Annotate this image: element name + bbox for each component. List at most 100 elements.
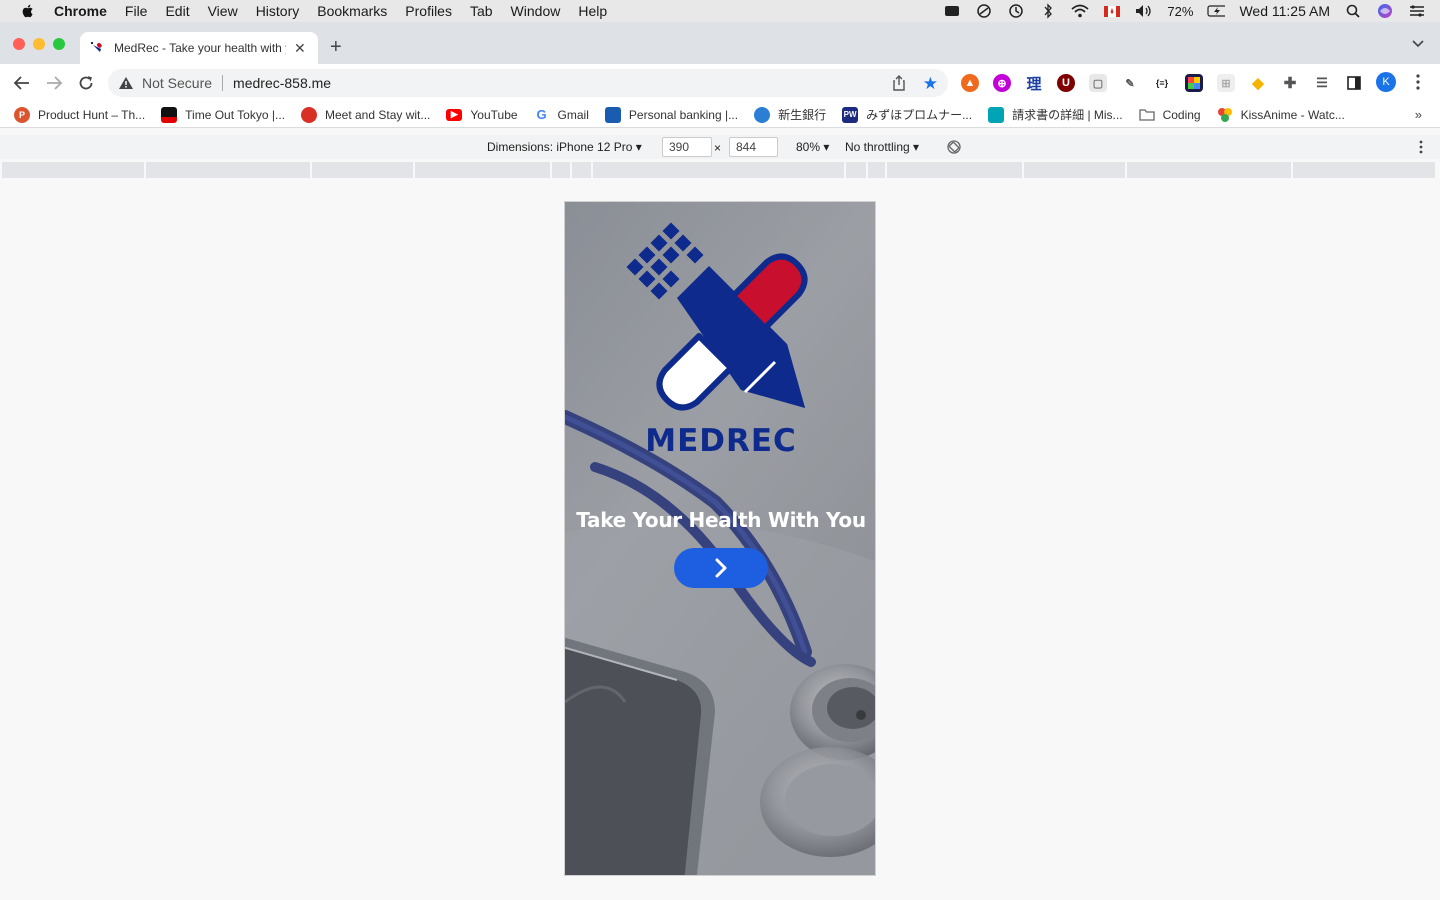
address-bar[interactable]: Not Secure medrec-858.me ★ bbox=[108, 69, 948, 97]
bookmark-shinsei-bank[interactable]: 新生銀行 bbox=[754, 106, 826, 123]
bookmark-folder-coding[interactable]: Coding bbox=[1138, 107, 1201, 123]
kissanime-icon bbox=[1217, 107, 1233, 123]
menu-view[interactable]: View bbox=[208, 3, 238, 19]
canada-flag-icon[interactable] bbox=[1103, 4, 1121, 18]
bookmarks-overflow-chevron-icon[interactable]: » bbox=[1415, 107, 1422, 122]
meet-and-stay-icon bbox=[301, 106, 317, 123]
forward-arrow-icon[interactable] bbox=[45, 74, 63, 92]
dimension-times-symbol: × bbox=[714, 141, 722, 155]
medrec-favicon-icon bbox=[91, 42, 102, 52]
menu-help[interactable]: Help bbox=[578, 3, 607, 19]
extension-pale-icon[interactable]: ⊞ bbox=[1217, 74, 1235, 92]
window-zoom-button[interactable] bbox=[53, 38, 65, 50]
extension-yellow-icon[interactable]: ◆ bbox=[1249, 74, 1267, 92]
invoice-icon bbox=[988, 106, 1005, 123]
eyedropper-icon[interactable]: ✎ bbox=[1121, 74, 1139, 92]
extensions-puzzle-icon[interactable]: ✚ bbox=[1281, 74, 1299, 92]
device-viewport: MEDREC Take Your Health With You bbox=[564, 201, 876, 876]
shinsei-bank-icon bbox=[754, 106, 771, 123]
device-zoom-dropdown[interactable]: 80% ▾ bbox=[796, 140, 829, 154]
device-width-input[interactable] bbox=[662, 137, 712, 157]
keyboard-icon[interactable] bbox=[943, 4, 961, 18]
bookmark-label: みずほプロムナー... bbox=[866, 108, 973, 122]
extension-colorful-icon[interactable] bbox=[1185, 74, 1203, 92]
device-toolbar-kebab-icon[interactable] bbox=[1419, 140, 1423, 154]
json-formatter-icon[interactable]: {≡} bbox=[1153, 74, 1171, 92]
bookmark-mizuho[interactable]: PW みずほプロムナー... bbox=[842, 106, 972, 123]
extension-orange-icon[interactable]: ▲ bbox=[961, 74, 979, 92]
bookmark-product-hunt[interactable]: P Product Hunt – Th... bbox=[14, 106, 146, 123]
youtube-icon: ▶ bbox=[446, 108, 463, 121]
tab-close-icon[interactable]: ✕ bbox=[294, 40, 306, 57]
medrec-logo-icon bbox=[626, 222, 808, 411]
bookmark-time-out-tokyo[interactable]: Time Out Tokyo |... bbox=[161, 106, 285, 123]
ublock-origin-icon[interactable]: U bbox=[1057, 74, 1075, 92]
bookmark-gmail[interactable]: G Gmail bbox=[533, 106, 589, 123]
network-throttling-dropdown[interactable]: No throttling ▾ bbox=[845, 140, 919, 154]
device-dimensions-dropdown[interactable]: Dimensions: iPhone 12 Pro ▾ bbox=[487, 140, 642, 154]
bookmark-kissanime[interactable]: KissAnime - Watc... bbox=[1217, 107, 1345, 123]
tab-search-chevron-down-icon[interactable] bbox=[1412, 40, 1424, 48]
bookmark-label: Personal banking |... bbox=[628, 107, 739, 122]
rotate-device-icon[interactable] bbox=[946, 139, 962, 155]
extension-magenta-icon[interactable]: ⊕ bbox=[993, 74, 1011, 92]
menu-profiles[interactable]: Profiles bbox=[405, 3, 452, 19]
chrome-menu-kebab-icon[interactable] bbox=[1416, 74, 1420, 90]
battery-percentage[interactable]: 72% bbox=[1167, 4, 1193, 19]
menu-window[interactable]: Window bbox=[511, 3, 561, 19]
wifi-icon[interactable] bbox=[1071, 4, 1090, 18]
apple-icon[interactable] bbox=[20, 3, 36, 19]
back-arrow-icon[interactable] bbox=[13, 74, 31, 92]
bookmark-personal-banking[interactable]: Personal banking |... bbox=[604, 106, 739, 123]
bookmark-label: 新生銀行 bbox=[778, 108, 827, 122]
mizuho-pw-icon: PW bbox=[842, 106, 859, 123]
tab-strip: MedRec - Take your health with you ✕ + bbox=[0, 22, 1440, 64]
menu-app-name[interactable]: Chrome bbox=[54, 3, 107, 19]
battery-charging-icon[interactable] bbox=[1207, 4, 1226, 18]
window-close-button[interactable] bbox=[13, 38, 25, 50]
profile-avatar[interactable]: K bbox=[1376, 72, 1396, 92]
google-icon: G bbox=[533, 106, 550, 123]
device-height-input[interactable] bbox=[729, 137, 778, 157]
focus-icon[interactable] bbox=[975, 4, 993, 18]
bookmark-meet-and-stay[interactable]: Meet and Stay wit... bbox=[301, 106, 430, 123]
bluetooth-icon[interactable] bbox=[1039, 3, 1057, 19]
reading-list-icon[interactable]: ☰ bbox=[1313, 74, 1331, 92]
menu-tab[interactable]: Tab bbox=[470, 3, 493, 19]
warning-triangle-icon[interactable] bbox=[118, 76, 134, 90]
side-panel-icon[interactable] bbox=[1345, 74, 1363, 92]
window-minimize-button[interactable] bbox=[33, 38, 45, 50]
bookmark-youtube[interactable]: ▶ YouTube bbox=[446, 108, 518, 122]
menu-edit[interactable]: Edit bbox=[165, 3, 189, 19]
volume-icon[interactable] bbox=[1135, 4, 1153, 18]
spotlight-search-icon[interactable] bbox=[1344, 4, 1362, 18]
share-icon[interactable] bbox=[892, 75, 906, 91]
brand-wordmark: MEDREC bbox=[645, 423, 797, 459]
menu-file[interactable]: File bbox=[125, 3, 148, 19]
bookmark-label: Gmail bbox=[557, 107, 589, 122]
tab-medrec[interactable]: MedRec - Take your health with you ✕ bbox=[80, 32, 318, 64]
bookmark-star-icon[interactable]: ★ bbox=[923, 74, 938, 94]
bank-icon bbox=[604, 106, 621, 123]
bookmark-invoice[interactable]: 請求書の詳細 | Mis... bbox=[988, 106, 1123, 123]
reload-icon[interactable] bbox=[77, 74, 95, 92]
bookmark-label: Product Hunt – Th... bbox=[38, 107, 146, 122]
siri-icon[interactable] bbox=[1376, 4, 1394, 18]
extension-grey-icon[interactable]: ▢ bbox=[1089, 74, 1107, 92]
tab-title: MedRec - Take your health with you bbox=[114, 41, 286, 55]
media-query-ruler[interactable] bbox=[2, 162, 1438, 178]
menu-clock[interactable]: Wed 11:25 AM bbox=[1239, 3, 1330, 19]
bookmark-label: 請求書の詳細 | Mis... bbox=[1012, 108, 1123, 122]
get-started-button[interactable] bbox=[674, 548, 768, 588]
menu-history[interactable]: History bbox=[256, 3, 300, 19]
new-tab-button[interactable]: + bbox=[330, 36, 342, 59]
hero-tagline: Take Your Health With You bbox=[576, 508, 866, 532]
not-secure-label[interactable]: Not Secure bbox=[142, 75, 212, 91]
bookmarks-bar: P Product Hunt – Th... Time Out Tokyo |..… bbox=[0, 102, 1440, 128]
menu-bookmarks[interactable]: Bookmarks bbox=[317, 3, 387, 19]
browser-toolbar: Not Secure medrec-858.me ★ ▲ ⊕ 理 U ▢ ✎ {… bbox=[0, 64, 1440, 102]
time-machine-icon[interactable] bbox=[1007, 4, 1025, 18]
url-text[interactable]: medrec-858.me bbox=[233, 75, 331, 91]
control-center-icon[interactable] bbox=[1408, 4, 1426, 18]
extension-kanji-icon[interactable]: 理 bbox=[1025, 74, 1043, 93]
